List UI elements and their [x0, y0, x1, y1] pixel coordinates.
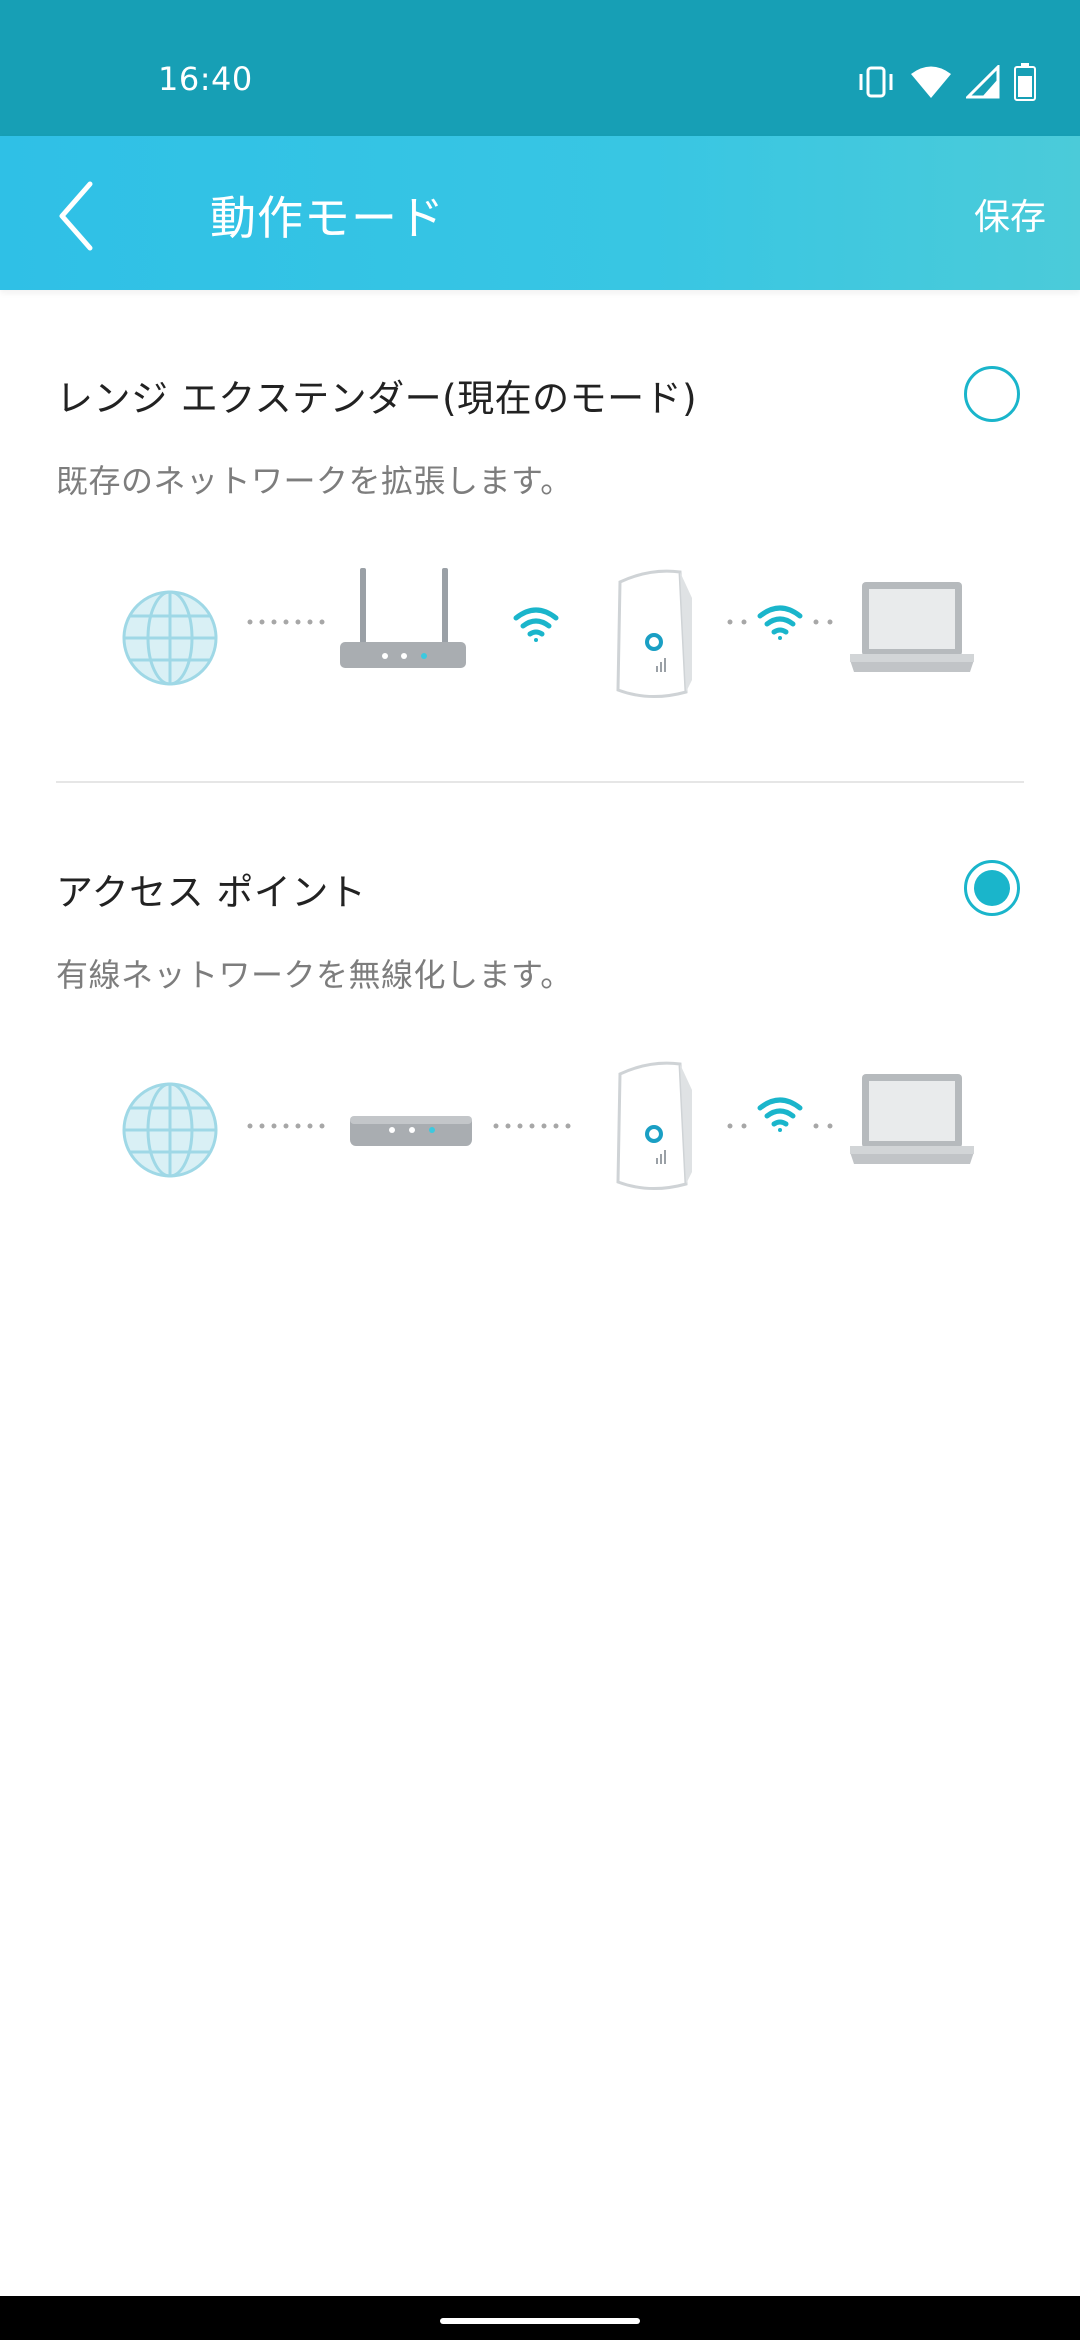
wireless-dots-right: [813, 619, 833, 625]
mode-title: アクセス ポイント: [56, 871, 367, 914]
wifi-icon: [757, 605, 803, 640]
laptop-icon: [850, 582, 974, 672]
wifi-icon: [911, 66, 951, 98]
laptop-icon: [850, 1074, 974, 1164]
wifi-icon: [513, 607, 559, 642]
mode-option-access-point[interactable]: アクセス ポイント 有線ネットワークを無線化します。: [0, 782, 1080, 1242]
status-icons: [856, 60, 1036, 104]
status-bar: 16:40: [0, 0, 1080, 136]
chevron-left-icon: [59, 181, 93, 251]
range-extender-diagram: [122, 568, 974, 699]
status-time: 16:40: [158, 60, 253, 98]
system-navigation-bar: [0, 2296, 1080, 2340]
save-button[interactable]: 保存: [974, 188, 1046, 240]
range-extender-icon: [616, 569, 692, 699]
mode-option-range-extender[interactable]: レンジ エクステンダー(現在のモード) 既存のネットワークを拡張します。: [0, 290, 1080, 780]
home-indicator[interactable]: [440, 2318, 640, 2324]
radio-button-access-point[interactable]: [964, 860, 1020, 916]
modem-icon: [350, 1116, 472, 1146]
wifi-icon: [757, 1097, 803, 1132]
wireless-dots-right: [813, 1123, 833, 1129]
mode-title: レンジ エクステンダー(現在のモード): [56, 377, 698, 420]
cable-dots: [247, 619, 325, 625]
page-title: 動作モード: [210, 191, 445, 245]
range-extender-icon: [616, 1061, 692, 1191]
radio-button-range-extender[interactable]: [964, 366, 1020, 422]
wireless-dots-left: [727, 619, 747, 625]
cell-signal-icon: [966, 65, 1000, 99]
app-bar: 動作モード 保存: [0, 136, 1080, 290]
mode-description: 既存のネットワークを拡張します。: [56, 462, 573, 500]
mode-description: 有線ネットワークを無線化します。: [56, 956, 573, 994]
access-point-diagram: [122, 1061, 974, 1191]
cable-dots: [247, 1123, 325, 1129]
router-icon: [340, 568, 466, 668]
wireless-dots-left: [727, 1123, 747, 1129]
globe-icon: [122, 1082, 218, 1178]
back-button[interactable]: [40, 176, 120, 256]
vibrate-icon: [859, 66, 893, 98]
battery-icon: [1014, 63, 1036, 101]
globe-icon: [122, 590, 218, 686]
cable-dots: [493, 1123, 571, 1129]
